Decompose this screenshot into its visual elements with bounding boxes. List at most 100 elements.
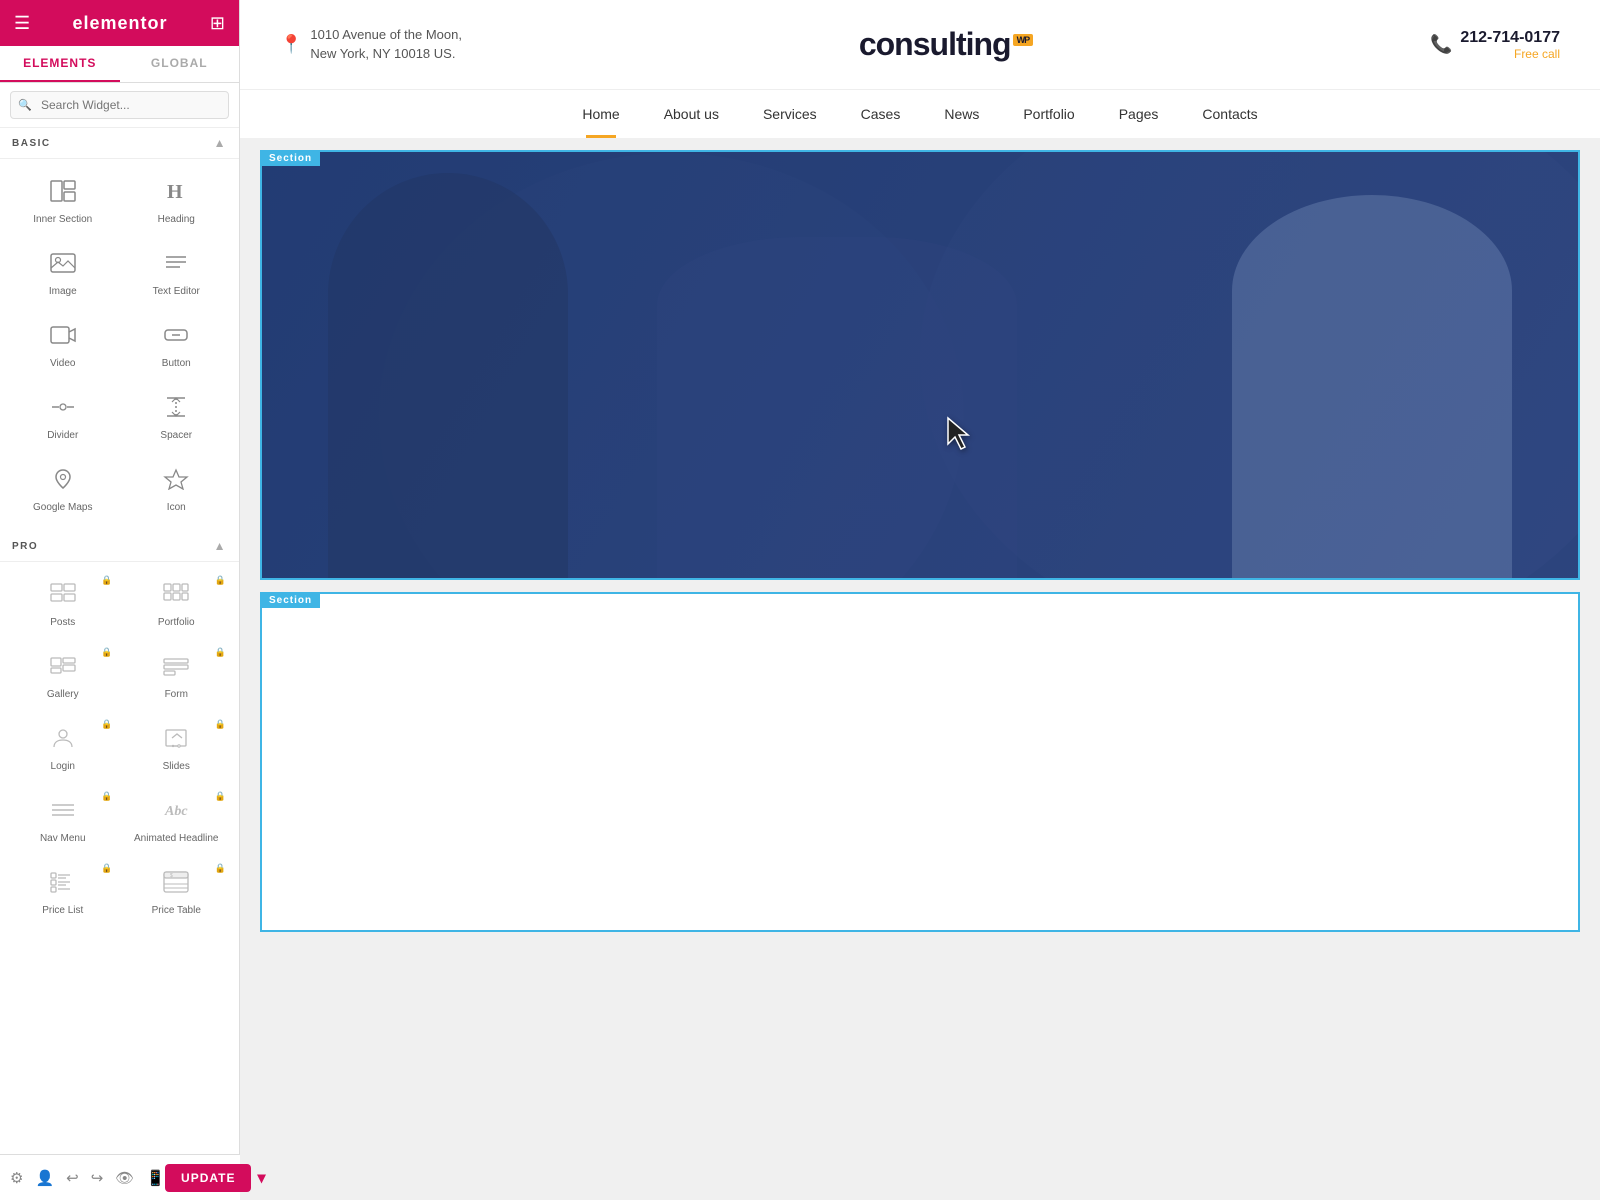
nav-item-pages[interactable]: Pages — [1097, 92, 1181, 136]
lock-icon-price-table: 🔒 — [215, 863, 226, 874]
settings-icon[interactable]: ⚙ — [10, 1169, 23, 1187]
phone-icon: 📞 — [1430, 34, 1452, 55]
lock-icon-login: 🔒 — [101, 719, 112, 730]
address-line1: 1010 Avenue of the Moon, — [310, 26, 462, 44]
widget-gallery-label: Gallery — [47, 689, 79, 701]
widget-button[interactable]: Button — [120, 309, 234, 381]
widget-login[interactable]: 🔒 Login — [6, 712, 120, 784]
login-icon — [50, 727, 76, 755]
portfolio-icon — [163, 583, 189, 611]
nav-menu-icon — [50, 799, 76, 827]
widget-button-label: Button — [162, 358, 191, 370]
widget-text-editor[interactable]: Text Editor — [120, 237, 234, 309]
widget-image[interactable]: Image — [6, 237, 120, 309]
section-handle-empty: Section — [261, 593, 320, 608]
lock-icon-price-list: 🔒 — [101, 863, 112, 874]
nav-item-portfolio[interactable]: Portfolio — [1001, 92, 1096, 136]
chevron-up-icon-pro: ▲ — [214, 539, 227, 553]
image-icon — [50, 252, 76, 280]
search-bar — [0, 83, 239, 128]
widget-spacer-label: Spacer — [160, 430, 192, 442]
widget-google-maps[interactable]: Google Maps — [6, 453, 120, 525]
widget-icon-label: Icon — [167, 502, 186, 514]
section-basic-header[interactable]: BASIC ▲ — [0, 128, 239, 159]
widget-posts[interactable]: 🔒 Posts — [6, 568, 120, 640]
hero-canvas-section[interactable]: Section — [260, 150, 1580, 580]
widget-image-label: Image — [49, 286, 77, 298]
nav-item-news[interactable]: News — [922, 92, 1001, 136]
section-basic-label: BASIC — [12, 138, 51, 149]
widget-video-label: Video — [50, 358, 75, 370]
nav-item-home[interactable]: Home — [560, 92, 641, 136]
nav-item-contacts[interactable]: Contacts — [1180, 92, 1279, 136]
tab-elements[interactable]: ELEMENTS — [0, 46, 120, 82]
widget-form-label: Form — [165, 689, 188, 701]
widget-form[interactable]: 🔒 Form — [120, 640, 234, 712]
svg-text:Abc: Abc — [164, 804, 188, 819]
google-maps-icon — [50, 468, 76, 496]
pin-icon: 📍 — [280, 34, 302, 55]
widget-heading[interactable]: H Heading — [120, 165, 234, 237]
address-line2: New York, NY 10018 US. — [310, 45, 462, 63]
user-icon[interactable]: 👤 — [35, 1169, 54, 1187]
eye-icon[interactable]: 👁 — [115, 1169, 134, 1187]
nav-item-services[interactable]: Services — [741, 92, 839, 136]
lock-icon-posts: 🔒 — [101, 575, 112, 586]
free-call-label: Free call — [1460, 47, 1560, 61]
update-button[interactable]: UPDATE — [165, 1164, 251, 1192]
canvas-area: Section Section — [240, 140, 1600, 954]
video-icon — [50, 324, 76, 352]
grid-icon[interactable]: ⊞ — [210, 13, 225, 34]
section-pro-header[interactable]: PRO ▲ — [0, 531, 239, 562]
widget-portfolio[interactable]: 🔒 Portfolio — [120, 568, 234, 640]
svg-text:H: H — [167, 181, 183, 202]
svg-text:$: $ — [170, 873, 173, 879]
mobile-icon[interactable]: 📱 — [146, 1169, 165, 1187]
tab-global[interactable]: GLOBAL — [120, 46, 240, 82]
widget-price-table-label: Price Table — [152, 905, 201, 917]
lock-icon-gallery: 🔒 — [101, 647, 112, 658]
heading-icon: H — [163, 180, 189, 208]
nav-item-cases[interactable]: Cases — [839, 92, 923, 136]
widget-video[interactable]: Video — [6, 309, 120, 381]
widget-icon[interactable]: Icon — [120, 453, 234, 525]
widget-heading-label: Heading — [158, 214, 195, 226]
left-panel: ☰ elementor ⊞ ELEMENTS GLOBAL BASIC ▲ — [0, 0, 240, 1200]
widget-price-list[interactable]: 🔒 Price List — [6, 856, 120, 928]
undo-icon[interactable]: ↩ — [66, 1169, 79, 1187]
nav-item-about[interactable]: About us — [642, 92, 741, 136]
widget-divider[interactable]: Divider — [6, 381, 120, 453]
slides-icon — [163, 727, 189, 755]
panel-header: ☰ elementor ⊞ — [0, 0, 239, 46]
lock-icon-portfolio: 🔒 — [215, 575, 226, 586]
update-dropdown-icon[interactable]: ▾ — [257, 1168, 265, 1188]
logo-text: consultingWP — [859, 26, 1033, 62]
widget-price-list-label: Price List — [42, 905, 83, 917]
widget-inner-section[interactable]: Inner Section — [6, 165, 120, 237]
hamburger-icon[interactable]: ☰ — [14, 13, 30, 34]
posts-icon — [50, 583, 76, 611]
widget-portfolio-label: Portfolio — [158, 617, 195, 629]
form-icon — [163, 655, 189, 683]
widget-login-label: Login — [51, 761, 75, 773]
bottom-toolbar: ⚙ 👤 ↩ ↪ 👁 📱 UPDATE ▾ — [0, 1154, 240, 1200]
widget-animated-headline[interactable]: 🔒 Abc Animated Headline — [120, 784, 234, 856]
price-table-icon: $ — [163, 871, 189, 899]
text-editor-icon — [163, 252, 189, 280]
empty-canvas-section[interactable]: Section — [260, 592, 1580, 932]
widget-animated-headline-label: Animated Headline — [134, 833, 219, 845]
widget-text-editor-label: Text Editor — [153, 286, 200, 298]
widget-slides[interactable]: 🔒 Slides — [120, 712, 234, 784]
widget-slides-label: Slides — [163, 761, 190, 773]
redo-icon[interactable]: ↪ — [91, 1169, 104, 1187]
update-area: UPDATE ▾ — [165, 1164, 265, 1192]
widget-spacer[interactable]: Spacer — [120, 381, 234, 453]
section-handle-hero: Section — [261, 151, 320, 166]
widget-posts-label: Posts — [50, 617, 75, 629]
widget-gallery[interactable]: 🔒 Gallery — [6, 640, 120, 712]
lock-icon-form: 🔒 — [215, 647, 226, 658]
widget-nav-menu[interactable]: 🔒 Nav Menu — [6, 784, 120, 856]
search-input[interactable] — [10, 91, 229, 119]
lock-icon-animated-headline: 🔒 — [215, 791, 226, 802]
widget-price-table[interactable]: 🔒 $ Price Table — [120, 856, 234, 928]
